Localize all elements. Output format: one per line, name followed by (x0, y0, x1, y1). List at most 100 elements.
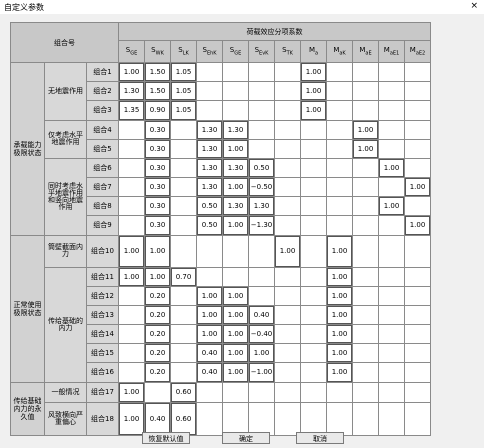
coefficient-cell[interactable] (300, 196, 328, 217)
coefficient-cell[interactable] (404, 234, 432, 268)
restore-defaults-button[interactable]: 恢复默认值 (142, 432, 190, 444)
coefficient-cell[interactable]: 0.20 (144, 362, 172, 383)
coefficient-cell[interactable]: 1.00 (326, 234, 354, 268)
coefficient-cell[interactable] (300, 285, 328, 306)
coefficient-cell[interactable] (378, 381, 406, 403)
coefficient-cell[interactable] (144, 381, 172, 403)
coefficient-cell[interactable] (300, 304, 328, 326)
coefficient-cell[interactable]: 1.00 (222, 324, 250, 345)
coefficient-cell[interactable] (170, 157, 198, 179)
coefficient-cell[interactable]: 1.50 (144, 81, 172, 102)
coefficient-cell[interactable]: 1.30 (248, 196, 276, 217)
coefficient-cell[interactable] (196, 81, 224, 102)
close-icon[interactable]: × (470, 1, 478, 11)
coefficient-cell[interactable]: 1.05 (170, 81, 198, 102)
coefficient-cell[interactable] (196, 61, 224, 83)
coefficient-cell[interactable] (118, 285, 146, 306)
coefficient-cell[interactable] (170, 324, 198, 345)
coefficient-cell[interactable]: 1.00 (326, 266, 354, 287)
coefficient-cell[interactable]: 1.00 (378, 157, 406, 179)
coefficient-cell[interactable]: 0.40 (196, 343, 224, 364)
coefficient-cell[interactable] (404, 304, 432, 326)
coefficient-cell[interactable] (196, 234, 224, 268)
coefficient-cell[interactable]: 1.00 (222, 362, 250, 383)
coefficient-cell[interactable]: 1.00 (222, 343, 250, 364)
coefficient-cell[interactable] (378, 138, 406, 159)
coefficient-cell[interactable] (274, 266, 302, 287)
coefficient-cell[interactable] (378, 304, 406, 326)
coefficient-cell[interactable] (170, 196, 198, 217)
coefficient-cell[interactable]: 0.20 (144, 324, 172, 345)
coefficient-cell[interactable] (300, 324, 328, 345)
coefficient-cell[interactable]: 0.20 (144, 343, 172, 364)
coefficient-cell[interactable] (170, 119, 198, 140)
coefficient-cell[interactable] (274, 61, 302, 83)
coefficient-cell[interactable]: 1.00 (118, 61, 146, 83)
coefficient-cell[interactable] (352, 177, 380, 198)
coefficient-cell[interactable] (222, 61, 250, 83)
coefficient-cell[interactable]: 1.00 (326, 285, 354, 306)
coefficient-cell[interactable] (404, 81, 432, 102)
coefficient-cell[interactable] (118, 177, 146, 198)
coefficient-cell[interactable] (170, 362, 198, 383)
coefficient-cell[interactable]: 1.05 (170, 100, 198, 121)
coefficient-cell[interactable] (404, 196, 432, 217)
coefficient-cell[interactable]: 1.00 (274, 234, 302, 268)
coefficient-cell[interactable] (300, 343, 328, 364)
coefficient-cell[interactable] (222, 100, 250, 121)
coefficient-cell[interactable]: 0.20 (144, 304, 172, 326)
coefficient-cell[interactable] (248, 234, 276, 268)
coefficient-cell[interactable] (352, 362, 380, 383)
coefficient-cell[interactable] (222, 234, 250, 268)
coefficient-cell[interactable]: 1.00 (352, 138, 380, 159)
coefficient-cell[interactable] (170, 234, 198, 268)
coefficient-cell[interactable] (274, 81, 302, 102)
coefficient-cell[interactable] (118, 119, 146, 140)
coefficient-cell[interactable] (404, 119, 432, 140)
coefficient-cell[interactable] (404, 362, 432, 383)
coefficient-cell[interactable]: 1.30 (196, 138, 224, 159)
coefficient-cell[interactable]: 1.00 (118, 381, 146, 403)
coefficient-cell[interactable] (222, 381, 250, 403)
coefficient-cell[interactable] (248, 285, 276, 306)
coefficient-cell[interactable] (300, 362, 328, 383)
coefficient-cell[interactable]: 0.50 (196, 196, 224, 217)
coefficient-cell[interactable]: 0.20 (144, 285, 172, 306)
coefficient-cell[interactable]: 1.00 (144, 266, 172, 287)
coefficient-cell[interactable] (404, 381, 432, 403)
coefficient-cell[interactable]: 1.05 (170, 61, 198, 83)
coefficient-cell[interactable] (378, 234, 406, 268)
coefficient-cell[interactable]: 1.30 (222, 119, 250, 140)
coefficient-cell[interactable] (300, 215, 328, 236)
coefficient-cell[interactable] (170, 285, 198, 306)
coefficient-cell[interactable] (274, 215, 302, 236)
coefficient-cell[interactable]: 0.30 (144, 196, 172, 217)
coefficient-cell[interactable] (196, 100, 224, 121)
coefficient-cell[interactable]: 0.40 (196, 362, 224, 383)
coefficient-cell[interactable] (378, 215, 406, 236)
coefficient-cell[interactable] (352, 215, 380, 236)
coefficient-cell[interactable]: 1.30 (222, 196, 250, 217)
coefficient-cell[interactable] (326, 196, 354, 217)
coefficient-cell[interactable] (352, 324, 380, 345)
coefficient-cell[interactable]: 1.00 (118, 234, 146, 268)
coefficient-cell[interactable] (300, 177, 328, 198)
coefficient-cell[interactable] (404, 157, 432, 179)
coefficient-cell[interactable] (118, 215, 146, 236)
coefficient-cell[interactable] (300, 138, 328, 159)
coefficient-cell[interactable] (222, 266, 250, 287)
coefficient-cell[interactable] (248, 266, 276, 287)
coefficient-cell[interactable]: 1.50 (144, 61, 172, 83)
coefficient-cell[interactable] (170, 177, 198, 198)
coefficient-cell[interactable]: 1.30 (222, 157, 250, 179)
coefficient-cell[interactable] (378, 362, 406, 383)
coefficient-cell[interactable] (352, 157, 380, 179)
coefficient-cell[interactable]: −0.40 (248, 324, 276, 345)
coefficient-cell[interactable]: −0.50 (248, 177, 276, 198)
coefficient-cell[interactable]: 1.30 (118, 81, 146, 102)
coefficient-cell[interactable]: 1.00 (118, 266, 146, 287)
coefficient-cell[interactable] (274, 324, 302, 345)
coefficient-cell[interactable]: 1.00 (300, 81, 328, 102)
coefficient-cell[interactable] (378, 81, 406, 102)
coefficient-cell[interactable] (404, 61, 432, 83)
